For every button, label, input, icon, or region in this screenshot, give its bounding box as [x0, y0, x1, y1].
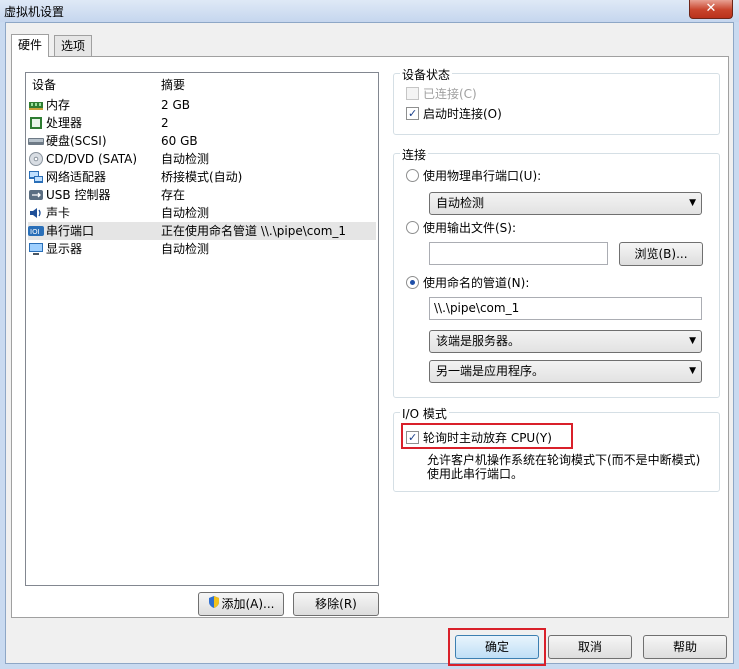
help-label: 帮助	[672, 640, 697, 654]
device-summary: 正在使用命名管道 \\.\pipe\com_1	[161, 224, 347, 238]
device-row-serial-port[interactable]: IOI 串行端口 正在使用命名管道 \\.\pipe\com_1	[28, 222, 376, 240]
hardware-panel: 设备 摘要 内存 2 GB 处理器 2 硬盘(SCSI) 60 GB CD/DV…	[11, 56, 729, 618]
browse-label: 浏览(B)...	[634, 247, 688, 261]
output-file-radio[interactable]: 使用输出文件(S):	[406, 219, 516, 236]
device-name: CD/DVD (SATA)	[46, 152, 138, 166]
checkbox-box	[406, 87, 419, 100]
chevron-down-icon: ▼	[689, 336, 696, 346]
physical-port-select[interactable]: 自动检测 ▼	[429, 192, 702, 215]
dialog-client: 硬件 选项 设备 摘要 内存 2 GB 处理器 2 硬盘(SCSI) 60 GB	[5, 22, 734, 666]
device-name: USB 控制器	[46, 188, 111, 202]
device-row-network[interactable]: 网络适配器 桥接模式(自动)	[28, 168, 376, 186]
close-button[interactable]: ✕	[689, 0, 733, 19]
physical-port-value: 自动检测	[436, 196, 485, 210]
named-pipe-label: 使用命名的管道(N):	[423, 276, 530, 290]
device-name: 处理器	[46, 116, 83, 130]
device-summary: 60 GB	[161, 134, 198, 148]
highlight-box	[401, 423, 573, 449]
device-row-sound[interactable]: 声卡 自动检测	[28, 204, 376, 222]
tab-hardware[interactable]: 硬件	[11, 34, 50, 57]
physical-port-label: 使用物理串行端口(U):	[423, 169, 542, 183]
usb-icon	[28, 188, 44, 202]
shield-icon	[207, 594, 221, 616]
device-name: 硬盘(SCSI)	[46, 134, 107, 148]
memory-icon	[28, 98, 44, 112]
serial-port-icon: IOI	[28, 224, 44, 238]
harddisk-icon	[28, 134, 44, 148]
other-end-value: 另一端是应用程序。	[436, 364, 545, 378]
device-row-usb[interactable]: USB 控制器 存在	[28, 186, 376, 204]
io-mode-title: I/O 模式	[400, 405, 449, 422]
output-file-label: 使用输出文件(S):	[423, 221, 517, 235]
device-list[interactable]: 设备 摘要 内存 2 GB 处理器 2 硬盘(SCSI) 60 GB CD/DV…	[25, 72, 379, 586]
remove-device-button[interactable]: 移除(R)	[293, 592, 379, 616]
cancel-button[interactable]: 取消	[548, 635, 632, 659]
radio-circle	[406, 276, 419, 289]
sound-icon	[28, 206, 44, 220]
column-header-summary[interactable]: 摘要	[161, 76, 185, 93]
yield-cpu-description: 允许客户机操作系统在轮询模式下(而不是中断模式)使用此串行端口。	[427, 453, 701, 481]
chevron-down-icon: ▼	[689, 366, 696, 376]
device-name: 声卡	[46, 206, 71, 220]
tab-options-label: 选项	[61, 39, 86, 53]
add-device-label: 添加(A)...	[221, 597, 275, 611]
device-name: 内存	[46, 98, 71, 112]
connect-at-power-on-label: 启动时连接(O)	[423, 107, 502, 121]
device-summary: 自动检测	[161, 206, 210, 220]
tab-options[interactable]: 选项	[54, 35, 93, 57]
connection-title: 连接	[400, 146, 429, 163]
physical-port-radio[interactable]: 使用物理串行端口(U):	[406, 167, 541, 184]
network-icon	[28, 170, 44, 184]
close-icon: ✕	[705, 1, 717, 16]
add-device-button[interactable]: 添加(A)...	[198, 592, 284, 616]
device-row-cdrom[interactable]: CD/DVD (SATA) 自动检测	[28, 150, 376, 168]
device-name: 显示器	[46, 242, 83, 256]
tab-hardware-label: 硬件	[18, 38, 43, 52]
output-file-input[interactable]	[429, 242, 608, 265]
named-pipe-radio[interactable]: 使用命名的管道(N):	[406, 274, 529, 291]
chevron-down-icon: ▼	[689, 198, 696, 208]
processor-icon	[28, 116, 44, 130]
connected-label: 已连接(C)	[423, 87, 477, 101]
connected-checkbox[interactable]: 已连接(C)	[406, 85, 477, 102]
cancel-label: 取消	[577, 640, 602, 654]
connection-group: 连接 使用物理串行端口(U): 自动检测 ▼ 使用输出文件(S): 浏览(B).…	[393, 146, 720, 398]
device-list-header: 设备 摘要	[26, 76, 378, 92]
device-summary: 存在	[161, 188, 186, 202]
device-row-memory[interactable]: 内存 2 GB	[28, 96, 376, 114]
device-name: 串行端口	[46, 224, 95, 238]
pipe-name-input[interactable]: \\.\pipe\com_1	[429, 297, 702, 320]
device-row-processor[interactable]: 处理器 2	[28, 114, 376, 132]
device-summary: 自动检测	[161, 152, 210, 166]
display-icon	[28, 242, 44, 256]
help-button[interactable]: 帮助	[643, 635, 727, 659]
title-bar: 虚拟机设置 ✕	[0, 0, 739, 22]
browse-button[interactable]: 浏览(B)...	[619, 242, 703, 266]
window-title: 虚拟机设置	[4, 5, 65, 19]
other-end-select[interactable]: 另一端是应用程序。 ▼	[429, 360, 702, 383]
remove-device-label: 移除(R)	[315, 597, 357, 611]
device-summary: 2	[161, 116, 169, 130]
column-header-device[interactable]: 设备	[32, 76, 56, 93]
device-row-harddisk[interactable]: 硬盘(SCSI) 60 GB	[28, 132, 376, 150]
svg-text:IOI: IOI	[30, 228, 40, 236]
this-end-select[interactable]: 该端是服务器。 ▼	[429, 330, 702, 353]
checkbox-box	[406, 107, 419, 120]
cdrom-icon	[28, 152, 44, 166]
device-name: 网络适配器	[46, 170, 107, 184]
highlight-box	[448, 628, 546, 666]
radio-circle	[406, 221, 419, 234]
device-summary: 2 GB	[161, 98, 190, 112]
connect-at-power-on-checkbox[interactable]: 启动时连接(O)	[406, 105, 502, 122]
device-row-display[interactable]: 显示器 自动检测	[28, 240, 376, 258]
device-status-group: 设备状态 已连接(C) 启动时连接(O)	[393, 66, 720, 135]
device-status-title: 设备状态	[400, 66, 453, 83]
this-end-value: 该端是服务器。	[436, 334, 521, 348]
device-summary: 桥接模式(自动)	[161, 170, 243, 184]
device-summary: 自动检测	[161, 242, 210, 256]
radio-circle	[406, 169, 419, 182]
